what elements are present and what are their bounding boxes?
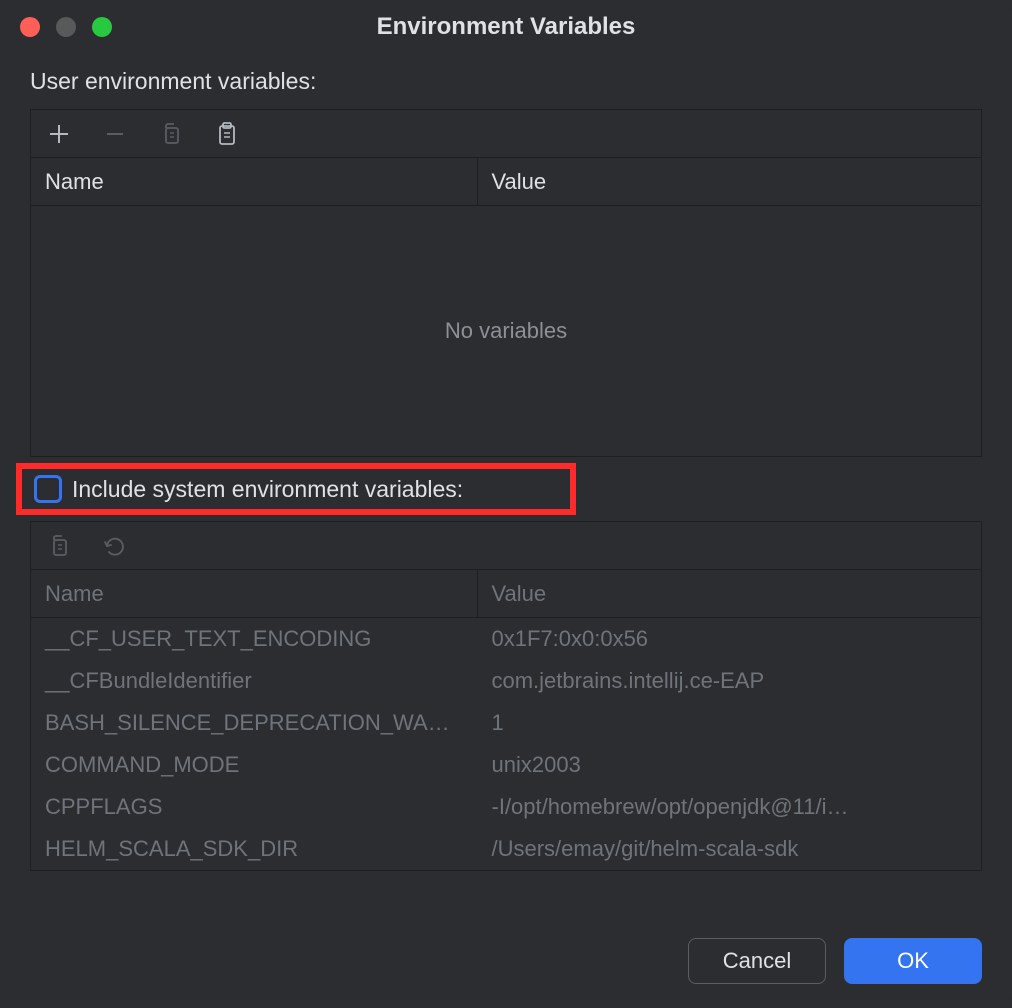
system-vars-headers: Name Value	[31, 570, 981, 618]
table-cell-name: COMMAND_MODE	[31, 744, 478, 786]
revert-icon	[101, 532, 129, 560]
table-cell-value: com.jetbrains.intellij.ce-EAP	[478, 660, 982, 702]
dialog-title: Environment Variables	[377, 13, 636, 41]
user-vars-header-name[interactable]: Name	[31, 158, 478, 205]
table-cell-name: CPPFLAGS	[31, 786, 478, 828]
include-system-label: Include system environment variables:	[72, 476, 463, 503]
user-vars-panel: Name Value No variables	[30, 109, 982, 457]
table-cell-value: -I/opt/homebrew/opt/openjdk@11/i…	[478, 786, 982, 828]
dialog-buttons: Cancel OK	[0, 922, 1012, 1008]
table-row: __CF_USER_TEXT_ENCODING0x1F7:0x0:0x56	[31, 618, 981, 660]
include-system-checkbox[interactable]	[34, 475, 62, 503]
table-row: HELM_SCALA_SDK_DIR/Users/emay/git/helm-s…	[31, 828, 981, 870]
table-row: CPPFLAGS-I/opt/homebrew/opt/openjdk@11/i…	[31, 786, 981, 828]
add-icon[interactable]	[45, 120, 73, 148]
table-row: __CFBundleIdentifiercom.jetbrains.intell…	[31, 660, 981, 702]
copy-icon	[45, 532, 73, 560]
user-vars-toolbar	[31, 110, 981, 158]
table-cell-value: 0x1F7:0x0:0x56	[478, 618, 982, 660]
table-cell-value: unix2003	[478, 744, 982, 786]
table-cell-name: HELM_SCALA_SDK_DIR	[31, 828, 478, 870]
table-cell-name: BASH_SILENCE_DEPRECATION_WA…	[31, 702, 478, 744]
user-vars-header-value[interactable]: Value	[478, 158, 982, 205]
remove-icon	[101, 120, 129, 148]
system-vars-header-value: Value	[478, 570, 982, 617]
cancel-button[interactable]: Cancel	[688, 938, 826, 984]
environment-variables-dialog: Environment Variables User environment v…	[0, 0, 1012, 1008]
ok-button[interactable]: OK	[844, 938, 982, 984]
copy-icon	[157, 120, 185, 148]
table-row: BASH_SILENCE_DEPRECATION_WA…1	[31, 702, 981, 744]
user-vars-empty: No variables	[31, 206, 981, 456]
user-vars-label: User environment variables:	[30, 68, 982, 95]
user-vars-headers: Name Value	[31, 158, 981, 206]
close-window-button[interactable]	[20, 17, 40, 37]
system-vars-panel: Name Value __CF_USER_TEXT_ENCODING0x1F7:…	[30, 521, 982, 871]
table-cell-value: /Users/emay/git/helm-scala-sdk	[478, 828, 982, 870]
system-vars-header-name: Name	[31, 570, 478, 617]
minimize-window-button[interactable]	[56, 17, 76, 37]
dialog-content: User environment variables: Name Value	[0, 54, 1012, 922]
include-system-row: Include system environment variables:	[30, 469, 982, 509]
table-cell-name: __CFBundleIdentifier	[31, 660, 478, 702]
table-cell-name: __CF_USER_TEXT_ENCODING	[31, 618, 478, 660]
window-controls	[20, 17, 112, 37]
maximize-window-button[interactable]	[92, 17, 112, 37]
system-vars-rows: __CF_USER_TEXT_ENCODING0x1F7:0x0:0x56__C…	[31, 618, 981, 870]
table-cell-value: 1	[478, 702, 982, 744]
titlebar: Environment Variables	[0, 0, 1012, 54]
paste-icon[interactable]	[213, 120, 241, 148]
table-row: COMMAND_MODEunix2003	[31, 744, 981, 786]
system-vars-toolbar	[31, 522, 981, 570]
